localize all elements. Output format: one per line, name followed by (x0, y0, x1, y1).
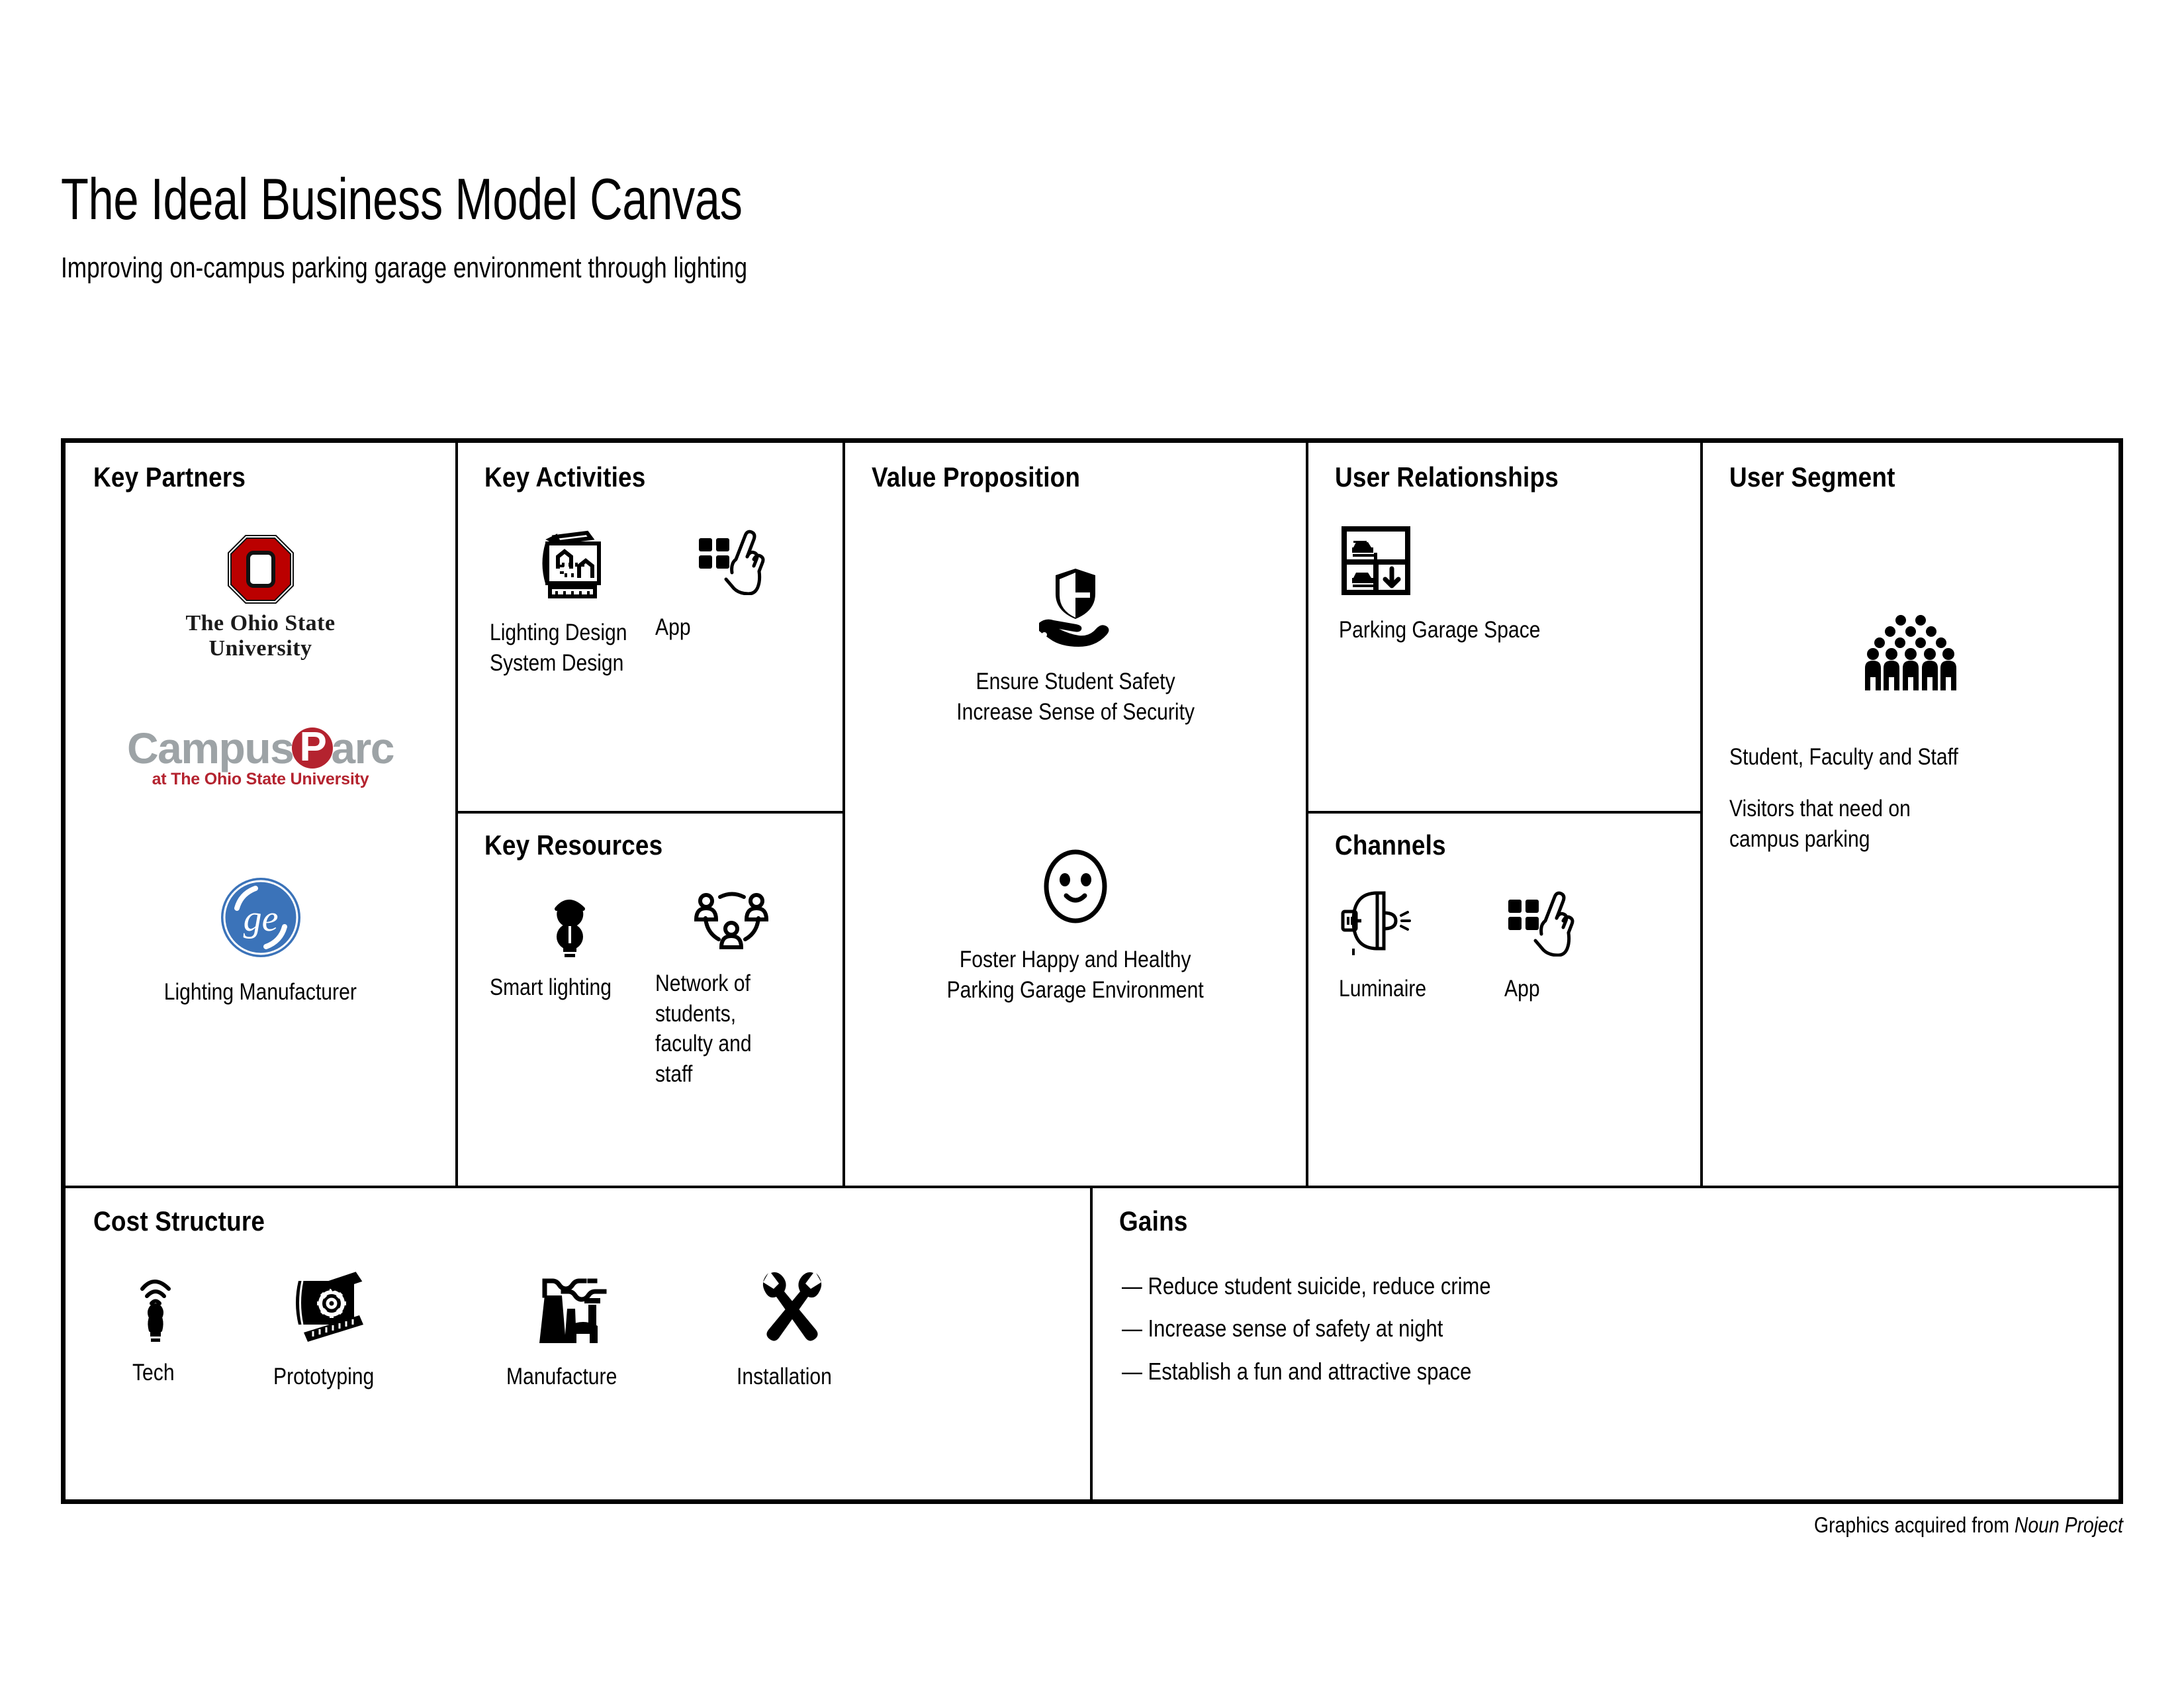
business-model-canvas: Key Partners The Ohio State University C… (61, 438, 2123, 1504)
channels-title: Channels (1335, 829, 1446, 861)
key-resources-title: Key Resources (484, 829, 663, 861)
channel-label: App (1504, 976, 1540, 1002)
user-relationships-title: User Relationships (1335, 461, 1559, 492)
key-partners-title: Key Partners (93, 461, 246, 492)
gain-dash: — (1122, 1272, 1142, 1299)
gain-dash: — (1122, 1357, 1142, 1385)
user-segment-line-3: campus parking (1729, 826, 1870, 852)
blueprint-design-icon (535, 526, 610, 600)
campusparc-word-a: Campus (127, 724, 295, 773)
key-resource-smart-lighting: Smart lighting (490, 888, 655, 1003)
smart-bulb-icon (539, 888, 606, 958)
ohio-state-wordmark: The Ohio State University (185, 611, 336, 661)
campusparc-logo: Campus Parc at The Ohio State University (127, 726, 394, 788)
user-segment-line-1: Student, Faculty and Staff (1729, 744, 1958, 770)
key-resource-network: Network of students, faculty and staff (655, 888, 807, 1089)
app-tap-icon (695, 526, 768, 595)
gain-text: Reduce student suicide, reduce crime (1148, 1272, 1491, 1299)
channel-label: Luminaire (1339, 976, 1427, 1002)
gain-item: — Reduce student suicide, reduce crime (1122, 1272, 1491, 1299)
value-prop-text: Ensure Student Safety Increase Sense of … (956, 669, 1195, 725)
credit-prefix: Graphics acquired from (1814, 1513, 2015, 1537)
user-segment-line-2: Visitors that need on (1729, 796, 1911, 821)
ge-logo: ge (218, 875, 303, 960)
value-prop-item-safety: Ensure Student Safety Increase Sense of … (845, 562, 1306, 727)
cost-item-label: Tech (132, 1360, 175, 1385)
user-relationship-label: Parking Garage Space (1339, 617, 1541, 643)
graphics-credit: Graphics acquired from Noun Project (1814, 1513, 2123, 1538)
key-resource-label: Network of students, faculty and staff (655, 970, 752, 1087)
partner-ohio-state: The Ohio State University (66, 533, 455, 661)
svg-text:ge: ge (243, 898, 278, 939)
cell-user-segment: User Segment Student, Faculty and Staff … (1703, 443, 2118, 1188)
key-activity-app: App (655, 526, 807, 643)
value-prop-text: Foster Happy and Healthy Parking Garage … (946, 947, 1205, 1003)
gain-text: Increase sense of safety at night (1148, 1315, 1443, 1342)
app-tap-icon (1504, 888, 1577, 957)
cell-key-partners: Key Partners The Ohio State University C… (66, 443, 458, 1188)
gain-dash: — (1122, 1315, 1142, 1342)
cost-item-tech: Tech (97, 1269, 216, 1388)
gain-item: — Establish a fun and attractive space (1122, 1358, 1491, 1385)
page-subtitle: Improving on-campus parking garage envir… (61, 252, 748, 285)
people-network-icon (692, 888, 770, 954)
cell-key-activities: Key Activities Lighting Design System De… (458, 443, 845, 814)
cell-cost-structure: Cost Structure Tech Prototyping Manufact… (66, 1188, 1093, 1499)
smiley-face-icon (1040, 847, 1111, 926)
crossed-tools-icon (751, 1269, 833, 1346)
cost-item-manufacture: Manufacture (448, 1269, 693, 1392)
gain-item: — Increase sense of safety at night (1122, 1315, 1491, 1342)
cell-key-resources: Key Resources Smart lighting Network of … (458, 814, 845, 1188)
key-resource-label: Smart lighting (490, 974, 612, 1000)
gains-title: Gains (1119, 1205, 1188, 1237)
page-title: The Ideal Business Model Canvas (61, 166, 743, 232)
ohio-state-logo (226, 533, 296, 606)
user-segment-title: User Segment (1729, 461, 1895, 492)
value-proposition-title: Value Proposition (872, 461, 1081, 492)
cost-item-label: Prototyping (273, 1364, 375, 1389)
cost-structure-title: Cost Structure (93, 1205, 265, 1237)
campusparc-p-mark: P (292, 727, 334, 769)
ge-caption: Lighting Manufacturer (163, 979, 357, 1005)
key-activities-title: Key Activities (484, 461, 646, 492)
credit-source: Noun Project (2014, 1513, 2123, 1537)
partner-ge: ge Lighting Manufacturer (66, 875, 455, 1008)
smart-bulb-icon (126, 1269, 187, 1342)
factory-icon (526, 1269, 615, 1346)
channel-app: App (1504, 888, 1657, 1004)
cell-user-relationships: User Relationships Parking Garage Space (1308, 443, 1703, 814)
key-activity-label: App (655, 614, 691, 640)
channel-luminaire: Luminaire (1339, 888, 1504, 1004)
cell-channels: Channels Luminaire App (1308, 814, 1703, 1188)
gain-text: Establish a fun and attractive space (1148, 1357, 1472, 1385)
cost-item-installation: Installation (693, 1269, 891, 1392)
partner-campusparc: Campus Parc at The Ohio State University (66, 726, 455, 788)
blueprint-gear-icon (289, 1269, 375, 1346)
cost-item-label: Manufacture (506, 1364, 617, 1389)
key-activity-lighting-design: Lighting Design System Design (490, 526, 655, 678)
page-header: The Ideal Business Model Canvas Improvin… (61, 166, 1517, 285)
cell-gains: Gains — Reduce student suicide, reduce cr… (1093, 1188, 2118, 1499)
parking-garage-icon (1339, 524, 1413, 598)
campusparc-tagline: at The Ohio State University (152, 770, 369, 788)
crowd-icon (1861, 614, 1960, 693)
cell-value-proposition: Value Proposition Ensure Student Safety … (845, 443, 1308, 1188)
luminaire-icon (1339, 888, 1421, 957)
user-relationship-parking: Parking Garage Space (1339, 524, 1573, 645)
campusparc-word-b: arc (331, 724, 394, 773)
cost-item-prototyping: Prototyping (216, 1269, 448, 1392)
cost-item-label: Installation (737, 1364, 833, 1389)
key-activity-label: Lighting Design System Design (490, 620, 627, 676)
user-segment-icon-wrap (1703, 614, 2118, 693)
hand-shield-icon (1026, 562, 1125, 648)
value-prop-item-happy: Foster Happy and Healthy Parking Garage … (845, 847, 1306, 1005)
